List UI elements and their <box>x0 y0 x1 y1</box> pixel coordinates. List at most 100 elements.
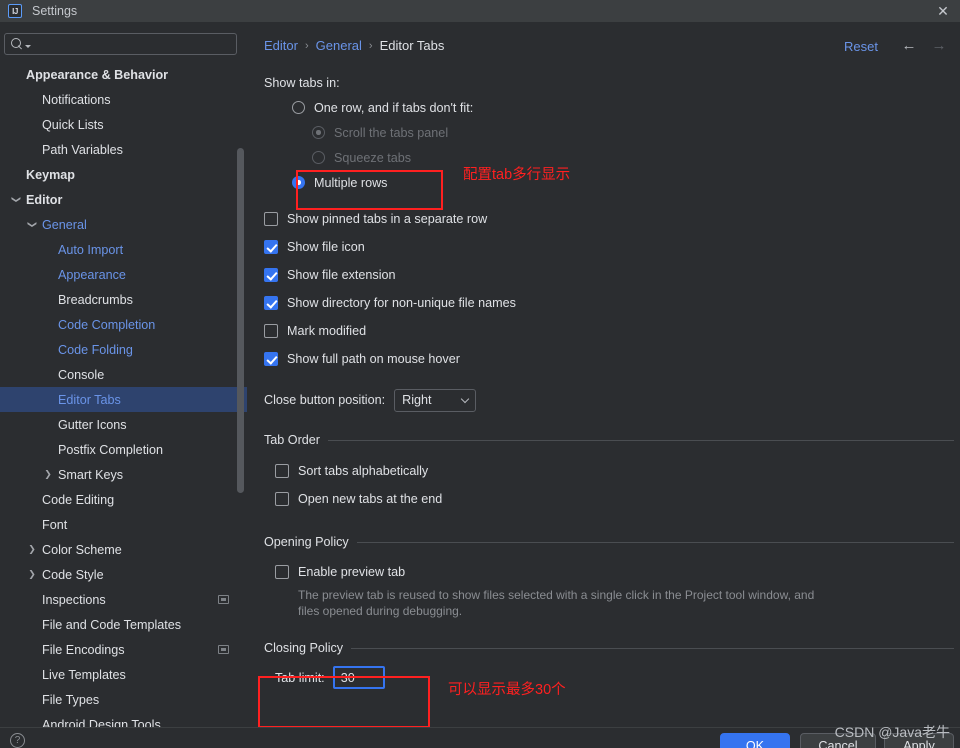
arrow-left-icon[interactable]: ← <box>900 37 918 54</box>
enable-preview-tab-label: Enable preview tab <box>298 564 406 579</box>
scope-icon <box>218 645 229 654</box>
breadcrumb-item-editor[interactable]: Editor <box>264 38 298 53</box>
checkbox-label: Mark modified <box>287 324 367 338</box>
breadcrumb-item-general[interactable]: General <box>316 38 362 53</box>
sidebar-item-code-style[interactable]: ❯ Code Style <box>0 562 247 587</box>
close-button-position-select[interactable]: Right <box>394 388 477 412</box>
sidebar-item-appearance-behavior[interactable]: Appearance & Behavior <box>0 62 247 87</box>
close-icon[interactable]: ✕ <box>926 0 960 22</box>
sidebar-item-code-completion[interactable]: Code Completion <box>0 312 247 337</box>
radio-label: Squeeze tabs <box>334 150 412 165</box>
checkbox[interactable] <box>264 268 278 282</box>
radio-option-multiple-rows[interactable]: Multiple rows <box>292 170 954 195</box>
sidebar-item-label: Editor Tabs <box>58 392 121 407</box>
radio-button[interactable] <box>292 176 305 189</box>
option-mark-modified[interactable]: Mark modified <box>264 317 954 345</box>
sidebar-item-inspections[interactable]: Inspections <box>0 587 247 612</box>
sidebar-item-auto-import[interactable]: Auto Import <box>0 237 247 262</box>
sidebar-item-label: Code Completion <box>58 317 156 332</box>
sidebar-item-gutter-icons[interactable]: Gutter Icons <box>0 412 247 437</box>
checkbox[interactable] <box>264 324 278 338</box>
search-box[interactable] <box>4 33 237 55</box>
sidebar-item-appearance[interactable]: Appearance <box>0 262 247 287</box>
option-show-full-path-on-mouse-hover[interactable]: Show full path on mouse hover <box>264 345 954 373</box>
sidebar-item-file-and-code-templates[interactable]: File and Code Templates <box>0 612 247 637</box>
sidebar-item-path-variables[interactable]: Path Variables <box>0 137 247 162</box>
radio-option-scroll-the-tabs-panel: Scroll the tabs panel <box>312 120 954 145</box>
taborder-open-new-tabs-at-the-end[interactable]: Open new tabs at the end <box>275 485 954 513</box>
content-pane: Editor › General › Editor Tabs Reset ← →… <box>247 22 960 727</box>
sidebar-item-breadcrumbs[interactable]: Breadcrumbs <box>0 287 247 312</box>
sidebar-item-quick-lists[interactable]: Quick Lists <box>0 112 247 137</box>
enable-preview-tab-row[interactable]: Enable preview tab <box>275 559 954 584</box>
checkbox[interactable] <box>275 492 289 506</box>
checkbox-label: Show pinned tabs in a separate row <box>287 212 488 226</box>
divider <box>351 647 954 649</box>
sidebar-item-label: Code Folding <box>58 342 133 357</box>
tab-display-options[interactable]: Show pinned tabs in a separate row Show f… <box>264 205 954 373</box>
checkbox[interactable] <box>275 464 289 478</box>
ok-button[interactable]: OK <box>720 733 790 748</box>
sidebar-item-label: Font <box>42 517 68 532</box>
intellij-idea-icon: IJ <box>8 4 22 18</box>
sidebar-item-font[interactable]: Font <box>0 512 247 537</box>
enable-preview-tab-checkbox[interactable] <box>275 564 289 579</box>
sidebar-item-console[interactable]: Console <box>0 362 247 387</box>
sidebar-item-android-design-tools[interactable]: Android Design Tools <box>0 712 247 728</box>
radio-button <box>312 151 325 164</box>
chevron-down-icon[interactable]: ❯ <box>12 194 22 206</box>
radio-label: Multiple rows <box>314 175 388 190</box>
settings-tree[interactable]: Appearance & Behavior Notifications Quick … <box>0 62 247 727</box>
sidebar-item-label: Editor <box>26 192 63 207</box>
chevron-right-icon[interactable]: ❯ <box>42 470 54 479</box>
scope-icon <box>218 595 229 604</box>
radio-option-squeeze-tabs: Squeeze tabs <box>312 145 954 170</box>
sidebar-item-general[interactable]: ❯ General <box>0 212 247 237</box>
option-show-file-extension[interactable]: Show file extension <box>264 261 954 289</box>
option-show-pinned-tabs-in-a-separate-row[interactable]: Show pinned tabs in a separate row <box>264 205 954 233</box>
sidebar-item-editor[interactable]: ❯ Editor <box>0 187 247 212</box>
checkbox[interactable] <box>264 296 278 310</box>
chevron-down-icon <box>460 394 470 403</box>
sidebar-item-file-encodings[interactable]: File Encodings <box>0 637 247 662</box>
radio-option-one-row-and-if-tabs-don-t-fit[interactable]: One row, and if tabs don't fit: <box>292 95 954 120</box>
sidebar-item-label: File and Code Templates <box>42 617 182 632</box>
checkbox-label: Open new tabs at the end <box>298 492 443 506</box>
chevron-down-icon[interactable] <box>25 44 31 48</box>
sidebar-item-code-folding[interactable]: Code Folding <box>0 337 247 362</box>
closing-policy-section-header: Closing Policy <box>264 641 954 655</box>
chevron-right-icon[interactable]: ❯ <box>26 545 38 554</box>
sidebar-item-label: Inspections <box>42 592 106 607</box>
editor-tabs-settings: Show tabs in: One row, and if tabs don't… <box>264 70 954 690</box>
chevron-down-icon[interactable]: ❯ <box>28 219 38 231</box>
sidebar-item-postfix-completion[interactable]: Postfix Completion <box>0 437 247 462</box>
sidebar-item-file-types[interactable]: File Types <box>0 687 247 712</box>
chevron-right-icon[interactable]: ❯ <box>26 570 38 579</box>
checkbox[interactable] <box>264 352 278 366</box>
sidebar-item-notifications[interactable]: Notifications <box>0 87 247 112</box>
sidebar-item-label: Console <box>58 367 105 382</box>
show-tabs-in-radio-group[interactable]: One row, and if tabs don't fit: Scroll th… <box>264 95 954 195</box>
sidebar-scrollbar[interactable] <box>237 148 244 493</box>
sidebar-item-editor-tabs[interactable]: Editor Tabs <box>0 387 247 412</box>
sidebar-item-label: Notifications <box>42 92 111 107</box>
sidebar-item-color-scheme[interactable]: ❯ Color Scheme <box>0 537 247 562</box>
taborder-sort-tabs-alphabetically[interactable]: Sort tabs alphabetically <box>275 457 954 485</box>
sidebar-item-code-editing[interactable]: Code Editing <box>0 487 247 512</box>
checkbox[interactable] <box>264 212 278 226</box>
sidebar-item-label: Appearance <box>58 267 126 282</box>
option-show-directory-for-non-unique-file-names[interactable]: Show directory for non-unique file names <box>264 289 954 317</box>
sidebar-item-smart-keys[interactable]: ❯ Smart Keys <box>0 462 247 487</box>
radio-button[interactable] <box>292 101 305 114</box>
help-icon[interactable]: ? <box>10 733 25 748</box>
sidebar-item-live-templates[interactable]: Live Templates <box>0 662 247 687</box>
sidebar-item-keymap[interactable]: Keymap <box>0 162 247 187</box>
checkbox[interactable] <box>264 240 278 254</box>
search-input[interactable] <box>35 37 236 51</box>
option-show-file-icon[interactable]: Show file icon <box>264 233 954 261</box>
divider <box>356 541 954 543</box>
tab-order-options[interactable]: Sort tabs alphabetically Open new tabs at… <box>275 457 954 513</box>
tab-limit-input[interactable]: 30 <box>332 666 385 689</box>
reset-button[interactable]: Reset <box>844 39 878 54</box>
arrow-right-icon[interactable]: → <box>930 37 948 54</box>
